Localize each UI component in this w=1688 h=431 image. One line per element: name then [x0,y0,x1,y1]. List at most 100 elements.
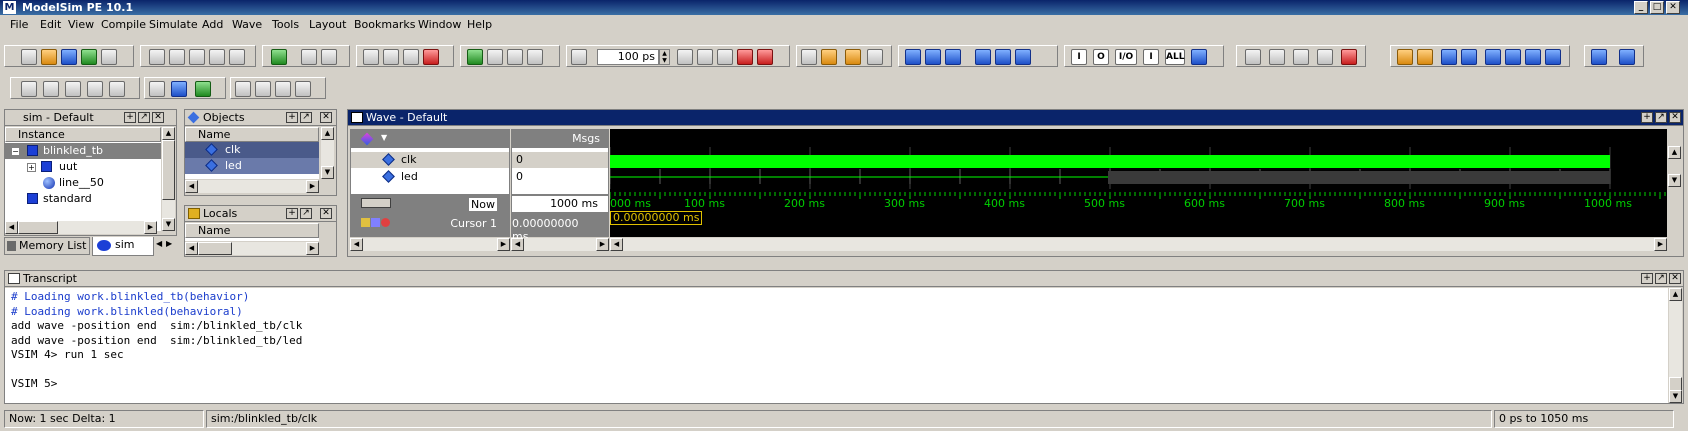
menu-edit[interactable]: Edit [40,18,61,31]
run-length-spinner[interactable]: ▲ ▼ [659,49,670,65]
scroll-right-arrow-icon[interactable]: ▶ [144,221,157,234]
internal-filter-icon[interactable]: I [1143,49,1159,65]
edit-mode-icon[interactable] [1317,49,1333,65]
scroll-up-arrow-icon[interactable]: ▲ [1669,288,1682,301]
wave-step-2-icon[interactable] [275,81,291,97]
run-icon[interactable] [677,49,693,65]
scroll-right-arrow-icon[interactable]: ▶ [306,242,319,255]
back-arrow-icon[interactable] [507,49,523,65]
tab-scroll-right-icon[interactable]: ▶ [166,239,172,248]
find-icon[interactable] [301,49,317,65]
filter-settings-icon[interactable] [1191,49,1207,65]
step-into-icon[interactable] [905,49,921,65]
menu-simulate[interactable]: Simulate [149,18,198,31]
zoom-mode-icon[interactable] [1269,49,1285,65]
wave-pane-undock-button[interactable]: ↗ [1655,112,1667,123]
scroll-thumb[interactable] [18,221,58,234]
cursor-active-icon[interactable] [195,81,211,97]
previous-falling-edge-icon[interactable] [1485,49,1501,65]
sim-horizontal-scrollbar[interactable]: ◀ ▶ [5,221,157,234]
name-column-header[interactable]: Name [185,127,319,142]
next-transition-icon[interactable] [1461,49,1477,65]
delete-cursor-icon[interactable] [1417,49,1433,65]
scroll-left-arrow-icon[interactable]: ◀ [511,238,524,251]
menu-tools[interactable]: Tools [272,18,299,31]
menu-window[interactable]: Window [418,18,461,31]
scroll-down-arrow-icon[interactable]: ▼ [321,166,334,179]
wave-step-icon[interactable] [255,81,271,97]
minimize-button[interactable]: _ [1634,1,1648,14]
step-out-icon[interactable] [945,49,961,65]
scroll-down-arrow-icon[interactable]: ▼ [162,218,175,231]
scroll-thumb[interactable] [1669,377,1682,391]
scroll-right-arrow-icon[interactable]: ▶ [1654,238,1667,251]
scroll-right-arrow-icon[interactable]: ▶ [306,180,319,193]
reload-icon[interactable] [81,49,97,65]
wave-time-hscrollbar[interactable]: ◀ ▶ [610,238,1667,251]
forward-arrow-icon[interactable] [527,49,543,65]
edit-cursor-icon[interactable] [371,218,380,227]
wave-signal-clk[interactable]: clk [351,152,509,168]
restart-icon[interactable] [467,49,483,65]
add-icon[interactable] [271,49,287,65]
transcript-console[interactable]: # Loading work.blinkled_tb(behavior) # Lo… [5,288,1668,403]
zoom-range-icon[interactable] [109,81,125,97]
menu-view[interactable]: View [68,18,94,31]
compile-icon[interactable] [363,49,379,65]
hand-icon[interactable] [867,49,883,65]
break-run-icon[interactable] [737,49,753,65]
select-mode-icon[interactable] [1245,49,1261,65]
simulate-icon[interactable] [403,49,419,65]
menu-add[interactable]: Add [202,18,223,31]
menu-compile[interactable]: Compile [101,18,146,31]
object-item-led[interactable]: led [185,158,319,174]
compile-all-icon[interactable] [383,49,399,65]
break-icon[interactable] [423,49,439,65]
pan-mode-icon[interactable] [1293,49,1309,65]
instance-column-header[interactable]: Instance [5,127,161,142]
objects-vertical-scrollbar[interactable]: ▲ ▼ [321,127,334,179]
open-folder-icon[interactable] [41,49,57,65]
save-icon[interactable] [61,49,77,65]
remove-cursor-icon[interactable] [381,218,390,227]
tree-item-uut[interactable]: + uut [5,159,161,175]
transcript-close-button[interactable]: ✕ [1669,273,1681,284]
stop-drawing-icon[interactable] [1341,49,1357,65]
lock-icon[interactable] [361,218,370,227]
all-filter-icon[interactable]: ALL [1165,49,1185,65]
objects-pane-close-button[interactable]: ✕ [320,112,332,123]
scroll-left-arrow-icon[interactable]: ◀ [610,238,623,251]
tab-sim[interactable]: sim [92,237,154,256]
scroll-left-arrow-icon[interactable]: ◀ [350,238,363,251]
scroll-thumb[interactable] [162,140,175,200]
scroll-left-arrow-icon[interactable]: ◀ [185,242,198,255]
zoom-cursor-icon[interactable] [87,81,103,97]
transcript-undock-button[interactable]: ↗ [1655,273,1667,284]
close-button[interactable]: ✕ [1666,1,1680,14]
scroll-thumb[interactable] [198,242,232,255]
cut-icon[interactable] [149,49,165,65]
performance-icon[interactable] [801,49,817,65]
inout-filter-icon[interactable]: I/O [1115,49,1137,65]
find-signal-icon[interactable] [1591,49,1607,65]
sim-pane-dock-button[interactable]: + [124,112,136,123]
copy-icon[interactable] [169,49,185,65]
wave-pane-dock-button[interactable]: + [1641,112,1653,123]
output-filter-icon[interactable]: O [1093,49,1109,65]
wave-vertical-scrollbar[interactable]: ▲ ▼ [1668,129,1681,237]
scroll-down-arrow-icon[interactable]: ▼ [1669,390,1682,403]
stop-icon[interactable] [757,49,773,65]
menu-file[interactable]: File [10,18,28,31]
next-rising-edge-icon[interactable] [1545,49,1561,65]
cursor-line-icon[interactable] [149,81,165,97]
previous-transition-icon[interactable] [1441,49,1457,65]
undo-icon[interactable] [209,49,225,65]
locals-pane-close-button[interactable]: ✕ [320,208,332,219]
wave-values-hscrollbar[interactable]: ◀ ▶ [511,238,609,251]
objects-horizontal-scrollbar[interactable]: ◀ ▶ [185,180,319,193]
code-coverage-icon[interactable] [845,49,861,65]
tab-scroll-left-icon[interactable]: ◀ [156,239,162,248]
scroll-up-arrow-icon[interactable]: ▲ [1668,146,1681,159]
cursor-marker[interactable]: 0.00000000 ms [610,211,703,225]
menu-bookmarks[interactable]: Bookmarks [354,18,415,31]
